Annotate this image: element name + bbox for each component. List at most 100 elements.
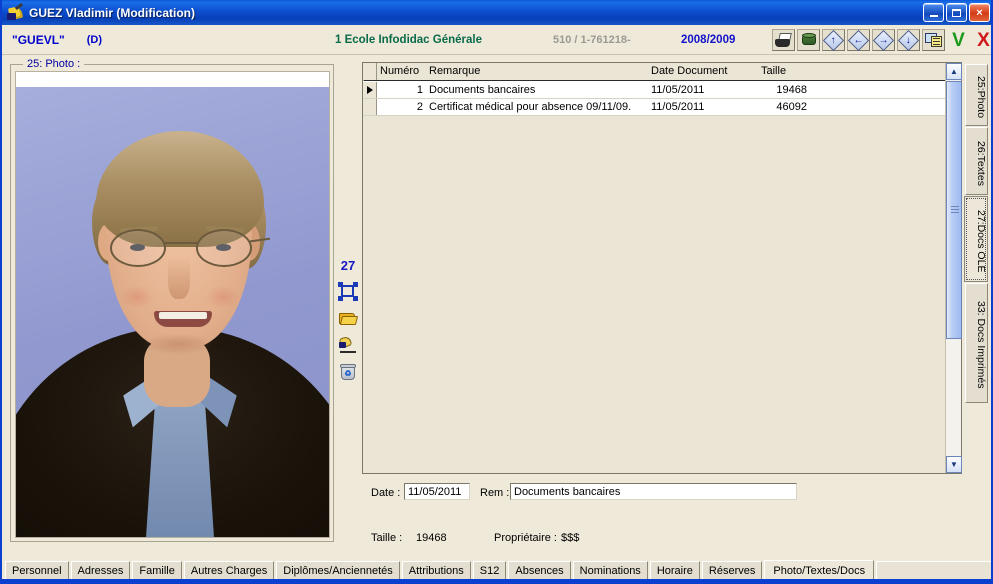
arrow-up-icon: ↑: [822, 29, 845, 51]
tab-diplomes[interactable]: Diplômes/Anciennetés: [276, 561, 400, 580]
cell-date: 11/05/2011: [651, 84, 705, 96]
application-window: GUEZ Vladimir (Modification) × "GUEVL" (…: [0, 0, 993, 584]
photo-frame[interactable]: [15, 71, 330, 538]
print-button[interactable]: [772, 29, 795, 51]
database-drum-icon: [801, 33, 817, 47]
record-number: 510 / 1-761218-: [553, 33, 631, 46]
proprietaire-label: Propriétaire :: [494, 532, 557, 544]
cell-numero: 1: [416, 84, 423, 96]
photo-tool-column: 27 ♻: [336, 258, 360, 381]
rem-label: Rem :: [480, 487, 510, 499]
arrow-down-icon: ↓: [897, 29, 920, 51]
row-selector-gutter[interactable]: [363, 82, 377, 98]
maximize-button[interactable]: [946, 3, 967, 22]
cell-remarque: Certificat médical pour absence 09/11/09…: [429, 101, 632, 113]
vtab-photo[interactable]: 25:Photo: [965, 64, 988, 126]
cell-taille: 46092: [776, 101, 807, 113]
photo-image[interactable]: [16, 87, 329, 537]
minimize-button[interactable]: [923, 3, 944, 22]
arrow-left-icon: ←: [847, 29, 870, 51]
validate-button[interactable]: V: [947, 29, 970, 51]
scroll-down-button[interactable]: ▼: [946, 456, 962, 473]
record-index-number: 27: [340, 258, 356, 273]
close-button[interactable]: ×: [969, 3, 990, 22]
arrow-left-glyph: ←: [853, 34, 864, 45]
vertical-tab-strip: 25:Photo 26:Textes 27:Docs OLE 33: Docs …: [964, 64, 989, 436]
tab-reserves[interactable]: Réserves: [701, 561, 763, 580]
arrow-down-glyph: ↓: [906, 34, 911, 45]
cancel-button[interactable]: X: [972, 29, 991, 51]
arrow-right-icon: →: [872, 29, 895, 51]
cell-remarque: Documents bancaires: [429, 84, 536, 96]
column-header-date[interactable]: Date Document: [651, 65, 727, 77]
green-check-icon: V: [952, 29, 965, 51]
tab-photo-textes-docs[interactable]: Photo/Textes/Docs: [764, 560, 875, 580]
open-folder-icon[interactable]: [339, 310, 359, 327]
row-selector-gutter[interactable]: [363, 99, 377, 115]
scroll-up-button[interactable]: ▲: [946, 63, 962, 80]
maximize-icon: [952, 8, 961, 17]
tab-famille[interactable]: Famille: [132, 561, 182, 580]
column-header-remarque[interactable]: Remarque: [429, 65, 480, 77]
nav-first-button[interactable]: ↑: [822, 29, 845, 51]
school-year: 2008/2009: [681, 33, 736, 46]
tab-horaire[interactable]: Horaire: [649, 561, 700, 580]
grid-header-gutter: [363, 63, 377, 80]
column-header-numero[interactable]: Numéro: [380, 65, 419, 77]
printer-icon: [775, 33, 792, 47]
nav-last-button[interactable]: ↓: [897, 29, 920, 51]
taille-label: Taille :: [371, 532, 403, 544]
rem-input[interactable]: Documents bancaires: [510, 483, 797, 500]
tab-attributions[interactable]: Attributions: [401, 561, 471, 580]
tab-s12[interactable]: S12: [472, 561, 507, 580]
notes-button[interactable]: [922, 29, 945, 51]
delete-trash-icon[interactable]: ♻: [339, 364, 357, 381]
proprietaire-value: $$$: [561, 532, 580, 544]
scrollbar-grip-icon: [951, 206, 959, 214]
database-button[interactable]: [797, 29, 820, 51]
cell-date: 11/05/2011: [651, 101, 705, 113]
header-toolbar: ↑ ← → ↓ V X: [772, 29, 991, 51]
tab-adresses[interactable]: Adresses: [70, 561, 131, 580]
date-input[interactable]: 11/05/2011: [404, 483, 470, 500]
tab-personnel[interactable]: Personnel: [5, 561, 69, 580]
nav-prev-button[interactable]: ←: [847, 29, 870, 51]
minimize-icon: [929, 15, 938, 17]
photo-cheek-left: [120, 285, 154, 309]
photo-group-box: 25: Photo :: [10, 58, 334, 542]
tab-autres-charges[interactable]: Autres Charges: [183, 561, 275, 580]
red-cross-icon: X: [977, 29, 990, 51]
tab-nominations[interactable]: Nominations: [572, 561, 648, 580]
arrow-right-glyph: →: [878, 34, 889, 45]
tab-absences[interactable]: Absences: [508, 561, 571, 580]
grid-vertical-scrollbar[interactable]: ▲ ▼: [945, 63, 962, 473]
taille-value: 19468: [416, 532, 447, 544]
notes-list-icon: [924, 33, 943, 47]
grid-body: 1 Documents bancaires 11/05/2011 19468 2…: [363, 82, 945, 473]
window-buttons: ×: [923, 3, 991, 22]
quill-pen-icon: [7, 2, 25, 22]
record-code: "GUEVL": [12, 32, 65, 47]
vtab-docs-imprimes[interactable]: 33: Docs Imprimés: [965, 283, 988, 403]
window-bottom-border: [2, 579, 991, 582]
photo-mouth: [154, 311, 212, 327]
table-row[interactable]: 2 Certificat médical pour absence 09/11/…: [363, 99, 945, 116]
edit-brush-icon[interactable]: [338, 335, 357, 354]
nav-next-button[interactable]: →: [872, 29, 895, 51]
grid-header-row: Numéro Remarque Date Document Taille: [363, 63, 961, 81]
tab-strip-filler: [876, 561, 991, 580]
record-flag: (D): [86, 33, 102, 46]
documents-grid: Numéro Remarque Date Document Taille 1 D…: [362, 62, 962, 474]
table-row[interactable]: 1 Documents bancaires 11/05/2011 19468: [363, 82, 945, 99]
crop-frame-icon[interactable]: [338, 282, 358, 301]
school-name: 1 Ecole Infodidac Générale: [335, 33, 482, 46]
photo-group-label: 25: Photo :: [23, 58, 85, 70]
vtab-docs-ole[interactable]: 27:Docs OLE: [964, 196, 988, 282]
scrollbar-thumb[interactable]: [946, 81, 962, 339]
title-bar: GUEZ Vladimir (Modification) ×: [2, 0, 991, 25]
window-title: GUEZ Vladimir (Modification): [29, 5, 196, 20]
vtab-textes[interactable]: 26:Textes: [965, 127, 988, 195]
cell-numero: 2: [416, 101, 423, 113]
column-header-taille[interactable]: Taille: [761, 65, 786, 77]
photo-nose: [168, 257, 190, 299]
